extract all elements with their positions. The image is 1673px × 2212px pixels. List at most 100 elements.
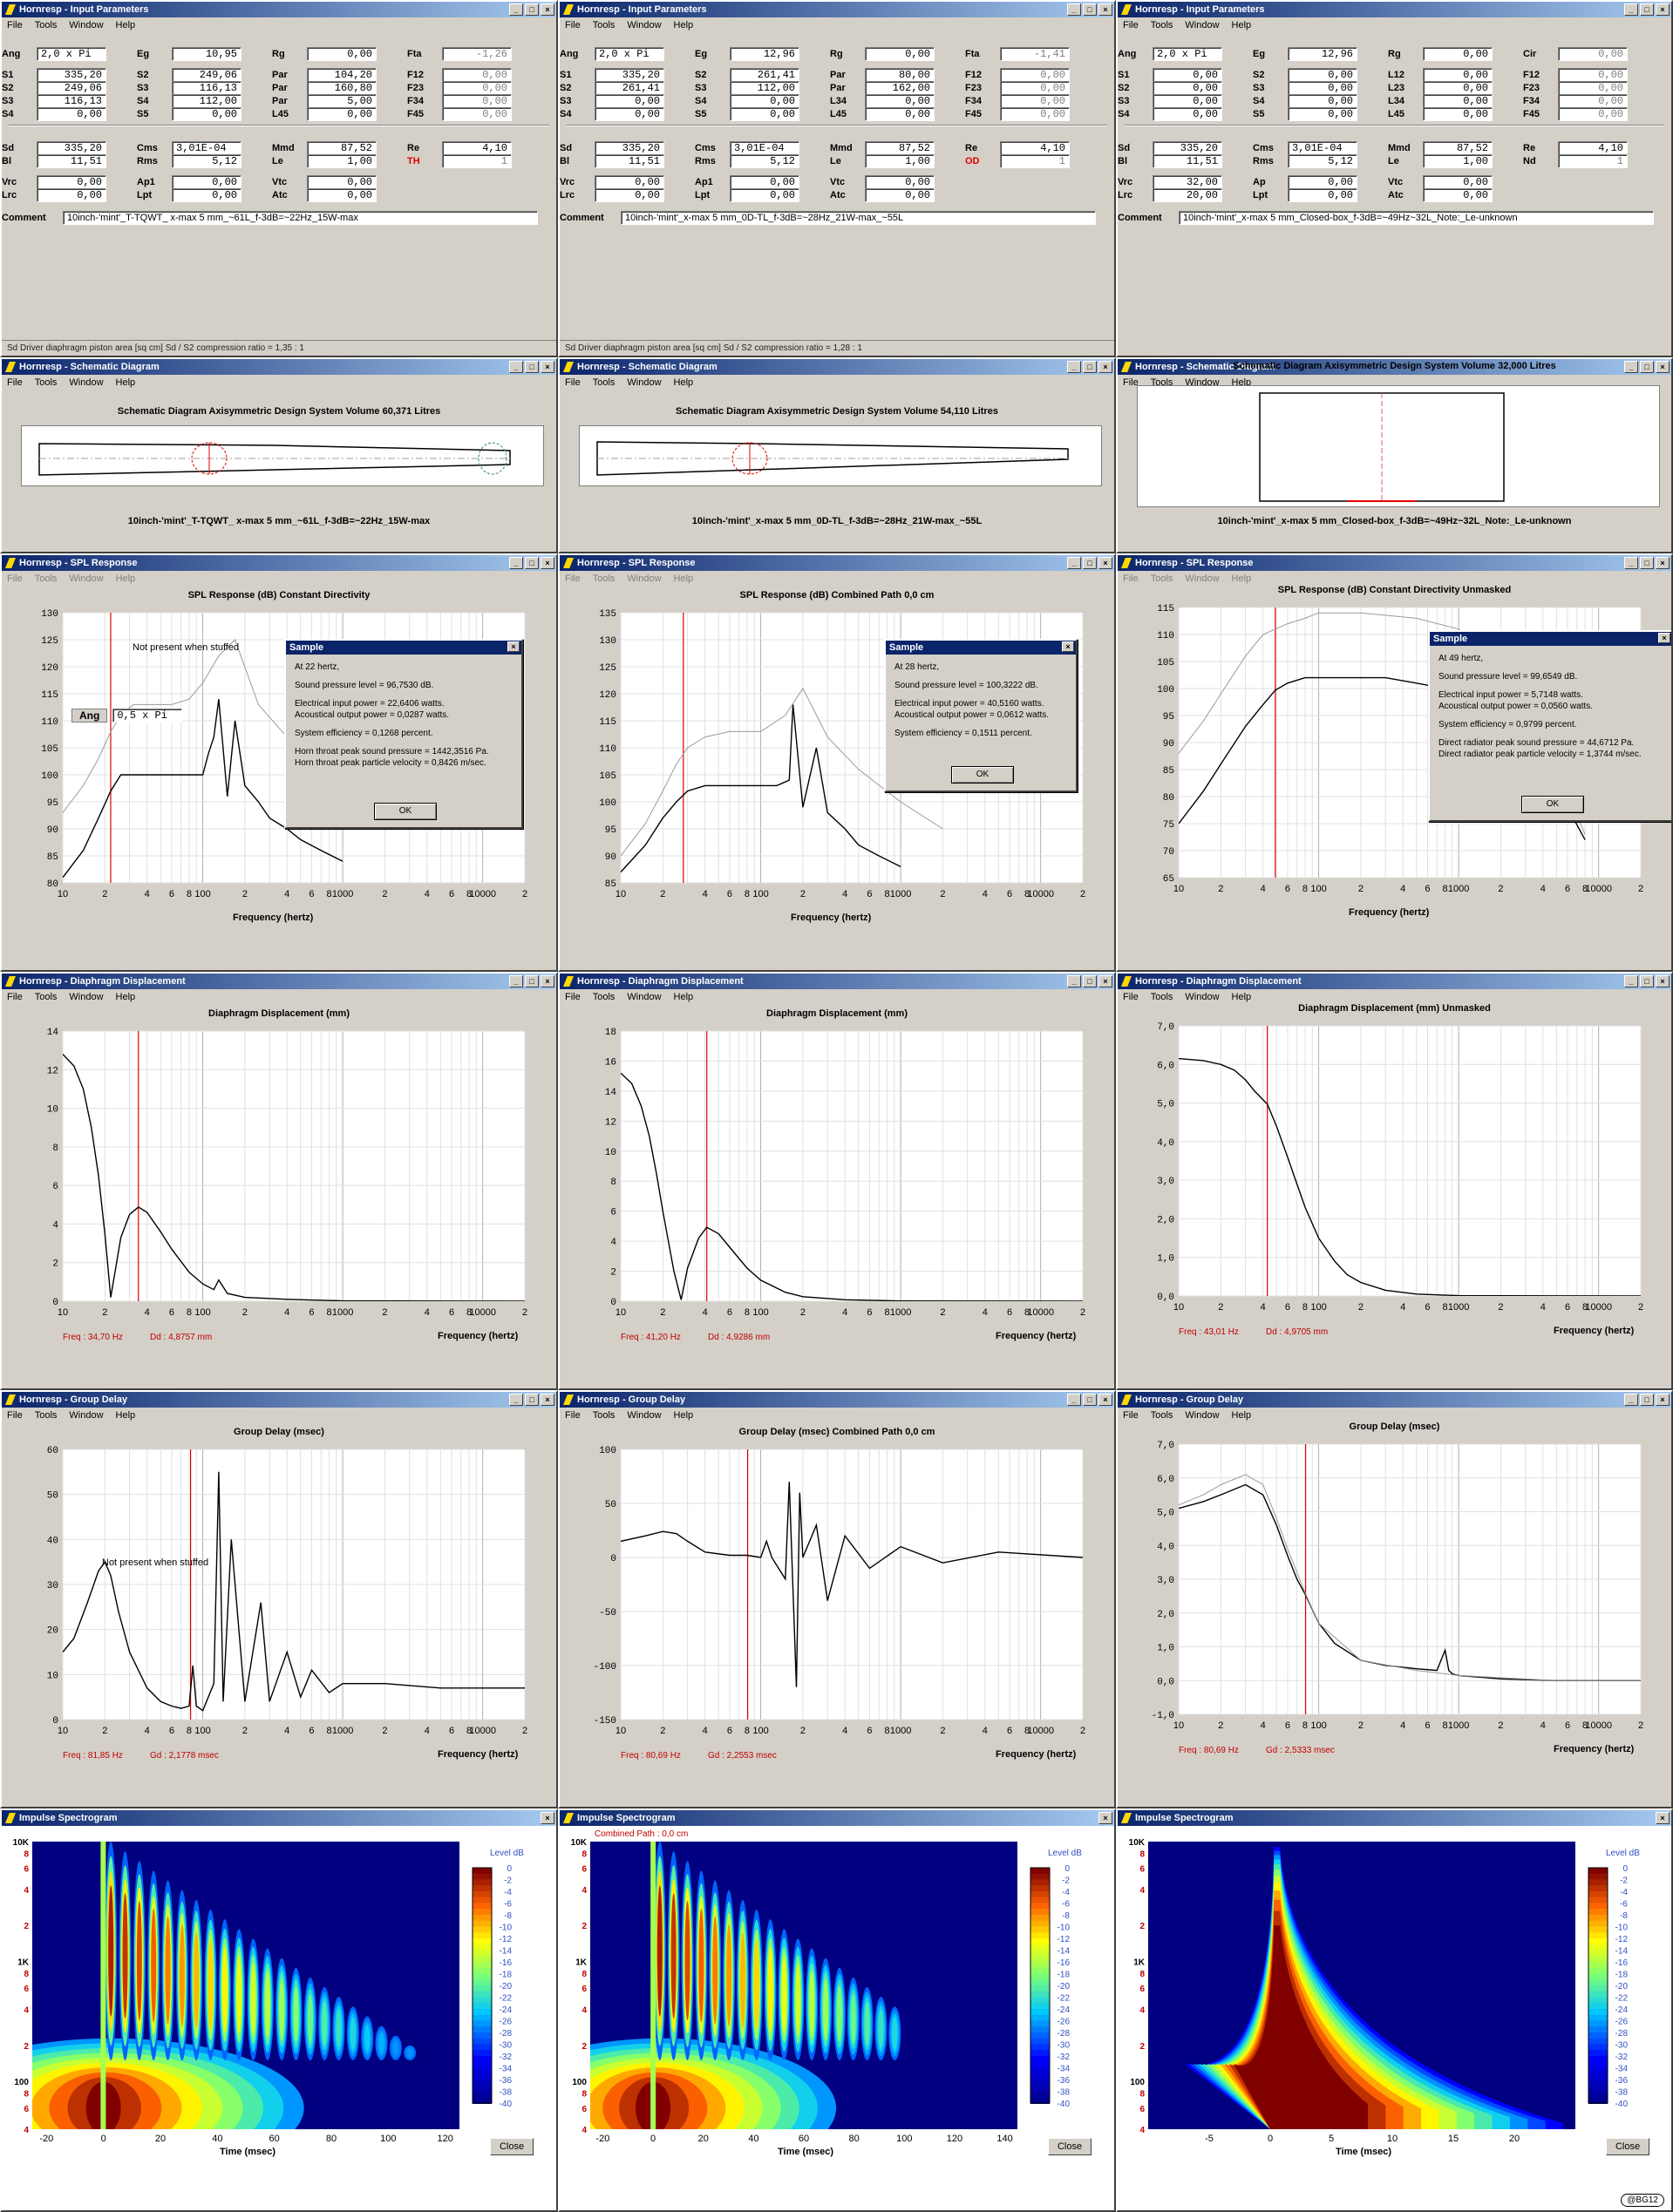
- disp2-plot[interactable]: 0 2 4 6 8 10 12 14 16 18 10 2 4 6 8 100 2 4 6 8 1000 2 4 6 8 1000…: [560, 974, 1114, 1374]
- param-field-f34[interactable]: 0,00: [1558, 94, 1628, 108]
- menu-help[interactable]: Help: [116, 17, 136, 33]
- param-field-f45[interactable]: 0,00: [1000, 107, 1070, 121]
- menu-window[interactable]: Window: [1185, 17, 1219, 33]
- comment-field[interactable]: 10inch-'mint'_T-TQWT_ x-max 5 mm_~61L_f-…: [63, 211, 538, 225]
- close-icon[interactable]: ×: [1098, 3, 1112, 16]
- param-field-lpt[interactable]: 0,00: [1288, 188, 1357, 202]
- param-field-par[interactable]: 104,20: [307, 68, 377, 82]
- menu-tools[interactable]: Tools: [35, 375, 58, 390]
- param-field-s4[interactable]: 0,00: [730, 94, 799, 108]
- maximize-icon[interactable]: □: [1083, 361, 1097, 373]
- param-field-rg[interactable]: 0,00: [865, 47, 935, 61]
- param-field-f34[interactable]: 0,00: [1000, 94, 1070, 108]
- dialog-titlebar[interactable]: Sample ×: [286, 641, 521, 655]
- close-icon[interactable]: ×: [541, 3, 554, 16]
- menu-file[interactable]: File: [565, 375, 581, 390]
- menu-help[interactable]: Help: [674, 375, 694, 390]
- ang-field[interactable]: 0,5 x Pi: [112, 709, 183, 723]
- param-field-s4[interactable]: 0,00: [1153, 107, 1222, 121]
- menu-window[interactable]: Window: [69, 375, 103, 390]
- minimize-icon[interactable]: _: [509, 361, 523, 373]
- param-field-s3[interactable]: 116,13: [172, 81, 241, 95]
- param-field-cms[interactable]: 3,01E-04: [172, 141, 241, 155]
- param-field-par[interactable]: 162,00: [865, 81, 935, 95]
- param-field-cir[interactable]: 0,00: [1558, 47, 1628, 61]
- param-field-atc[interactable]: 0,00: [865, 188, 935, 202]
- disp3-plot[interactable]: 0,0 1,0 2,0 3,0 4,0 5,0 6,0 7,0 10 2 4 6 8 100 2 4 6 8 100…: [1118, 974, 1671, 1374]
- maximize-icon[interactable]: □: [1083, 3, 1097, 16]
- param-field-re[interactable]: 4,10: [1558, 141, 1628, 155]
- close-icon[interactable]: ×: [541, 361, 554, 373]
- param-field-l45[interactable]: 0,00: [307, 107, 377, 121]
- param-field-rms[interactable]: 5,12: [730, 154, 799, 168]
- param-field-f23[interactable]: 0,00: [442, 81, 512, 95]
- comment-field[interactable]: 10inch-'mint'_x-max 5 mm_0D-TL_f-3dB=~28…: [621, 211, 1096, 225]
- param-field-f12[interactable]: 0,00: [1000, 68, 1070, 82]
- param-field-l45[interactable]: 0,00: [1423, 107, 1493, 121]
- param-field-s3[interactable]: 116,13: [37, 94, 106, 108]
- param-field-l34[interactable]: 0,00: [865, 94, 935, 108]
- param-field-ang[interactable]: 2,0 x Pi: [37, 47, 106, 61]
- param-field-s5[interactable]: 0,00: [1288, 107, 1357, 121]
- param-field-s1[interactable]: 0,00: [1153, 68, 1222, 82]
- window-titlebar[interactable]: Hornresp - Schematic Diagram _ □ ×: [2, 359, 556, 375]
- window-titlebar[interactable]: Hornresp - Input Parameters _ □ ×: [1118, 2, 1671, 17]
- disp1-plot[interactable]: 0 2 4 6 8 10 12 14 10 2 4 6 8 100 2 4 6 8 1000 2 4 6 8 10000 2: [2, 974, 556, 1374]
- param-field-bl[interactable]: 11,51: [37, 154, 106, 168]
- minimize-icon[interactable]: _: [1624, 3, 1638, 16]
- param-field-vtc[interactable]: 0,00: [307, 175, 377, 189]
- param-field-s2[interactable]: 261,41: [595, 81, 664, 95]
- window-titlebar[interactable]: Hornresp - Input Parameters _ □ ×: [2, 2, 556, 17]
- param-field-par[interactable]: 5,00: [307, 94, 377, 108]
- gd3-plot[interactable]: -1,0 0,0 1,0 2,0 3,0 4,0 5,0 6,0 7,0 10 2 4 6 8 100 2 4 6…: [1118, 1392, 1671, 1793]
- param-field-ap1[interactable]: 0,00: [172, 175, 241, 189]
- param-field-l45[interactable]: 0,00: [865, 107, 935, 121]
- param-field-bl[interactable]: 11,51: [595, 154, 664, 168]
- param-field-s2[interactable]: 249,06: [172, 68, 241, 82]
- param-field-s3[interactable]: 112,00: [730, 81, 799, 95]
- param-field-l34[interactable]: 0,00: [1423, 94, 1493, 108]
- menu-tools[interactable]: Tools: [593, 17, 615, 33]
- param-field-fta[interactable]: -1,26: [442, 47, 512, 61]
- param-field-vrc[interactable]: 0,00: [37, 175, 106, 189]
- param-field-s2[interactable]: 249,06: [37, 81, 106, 95]
- param-field-atc[interactable]: 0,00: [307, 188, 377, 202]
- param-field-eg[interactable]: 12,96: [730, 47, 799, 61]
- param-field-f12[interactable]: 0,00: [1558, 68, 1628, 82]
- param-field-s4[interactable]: 0,00: [37, 107, 106, 121]
- dialog-titlebar[interactable]: Sample ×: [886, 641, 1076, 655]
- param-field-lpt[interactable]: 0,00: [172, 188, 241, 202]
- param-field-lrc[interactable]: 0,00: [37, 188, 106, 202]
- param-field-ap1[interactable]: 0,00: [730, 175, 799, 189]
- param-field-s3[interactable]: 0,00: [595, 94, 664, 108]
- param-field-le[interactable]: 1,00: [1423, 154, 1493, 168]
- param-field-s1[interactable]: 335,20: [37, 68, 106, 82]
- param-field-re[interactable]: 4,10: [442, 141, 512, 155]
- menu-file[interactable]: File: [7, 17, 23, 33]
- param-field-f23[interactable]: 0,00: [1000, 81, 1070, 95]
- maximize-icon[interactable]: □: [525, 3, 539, 16]
- param-field-f45[interactable]: 0,00: [442, 107, 512, 121]
- param-field-vtc[interactable]: 0,00: [865, 175, 935, 189]
- menu-file[interactable]: File: [1123, 17, 1139, 33]
- param-field-le[interactable]: 1,00: [865, 154, 935, 168]
- menu-tools[interactable]: Tools: [35, 17, 58, 33]
- menu-tools[interactable]: Tools: [593, 375, 615, 390]
- param-field-atc[interactable]: 0,00: [1423, 188, 1493, 202]
- param-field-l23[interactable]: 0,00: [1423, 81, 1493, 95]
- param-field-par[interactable]: 80,00: [865, 68, 935, 82]
- window-titlebar[interactable]: Hornresp - Schematic Diagram _ □ ×: [560, 359, 1114, 375]
- param-field-mmd[interactable]: 87,52: [865, 141, 935, 155]
- menu-window[interactable]: Window: [69, 17, 103, 33]
- param-field-s3[interactable]: 0,00: [1288, 81, 1357, 95]
- maximize-icon[interactable]: □: [525, 361, 539, 373]
- param-field-s5[interactable]: 0,00: [730, 107, 799, 121]
- param-field-sd[interactable]: 335,20: [37, 141, 106, 155]
- close-button[interactable]: Close: [1048, 2138, 1092, 2155]
- param-field-ap[interactable]: 0,00: [1288, 175, 1357, 189]
- gd1-plot[interactable]: 0 10 20 30 40 50 60 10 2 4 6 8 100 2 4 6 8 1000 2 4 6 8 10000 2: [2, 1392, 556, 1793]
- close-icon[interactable]: ×: [1658, 633, 1670, 643]
- menu-file[interactable]: File: [565, 17, 581, 33]
- param-field-eg[interactable]: 10,95: [172, 47, 241, 61]
- menu-help[interactable]: Help: [1232, 17, 1252, 33]
